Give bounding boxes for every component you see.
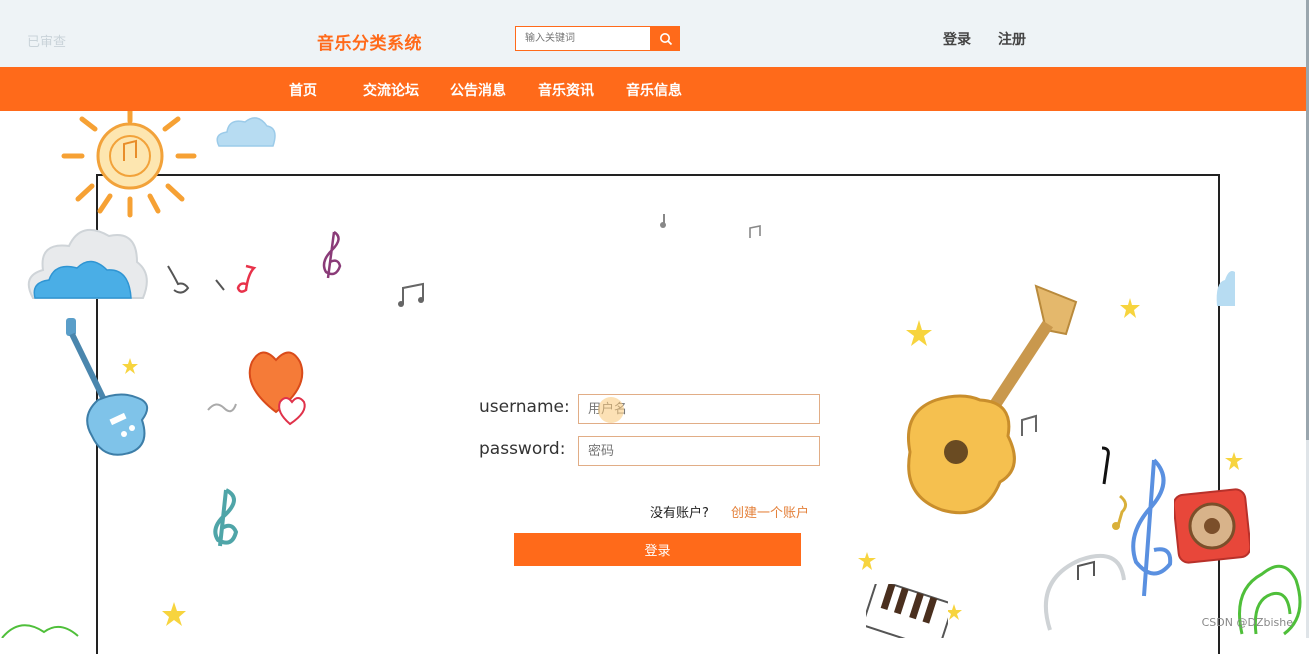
music-note-icon <box>749 225 761 238</box>
mouse-cursor-highlight <box>598 397 624 423</box>
nav-item-music-news[interactable]: 音乐资讯 <box>538 80 594 100</box>
cloud-icon <box>1216 271 1235 306</box>
music-note-icon <box>1021 414 1037 436</box>
top-header: 已审查 音乐分类系统 登录 注册 <box>0 0 1309 67</box>
password-input[interactable] <box>578 436 820 466</box>
search-input[interactable] <box>515 26 651 51</box>
star-icon <box>122 358 138 374</box>
music-note-icon <box>660 214 666 228</box>
search-button[interactable] <box>651 26 680 51</box>
guitar-icon <box>66 318 149 456</box>
star-icon <box>1120 298 1140 318</box>
create-account-link[interactable]: 创建一个账户 <box>731 502 809 521</box>
music-note-icon <box>167 265 190 294</box>
sun-icon <box>61 111 197 218</box>
treble-clef-icon <box>213 488 239 547</box>
treble-clef-icon <box>322 230 342 279</box>
star-icon <box>162 602 186 626</box>
username-label: username: <box>479 397 570 417</box>
nav-item-home[interactable]: 首页 <box>289 80 317 100</box>
cloud-icon <box>1 624 79 638</box>
main-nav: 首页 交流论坛 公告消息 音乐资讯 音乐信息 <box>0 67 1309 111</box>
heart-icon <box>248 351 306 426</box>
music-note-icon <box>215 264 257 293</box>
login-link[interactable]: 登录 <box>943 29 971 49</box>
music-note-icon <box>398 282 424 307</box>
watermark: CSDN @DZbishe <box>1201 616 1293 629</box>
search-icon <box>659 32 672 45</box>
password-label: password: <box>479 439 566 459</box>
music-note-icon <box>1043 554 1126 631</box>
star-icon <box>858 552 876 570</box>
cloud-icon <box>27 228 148 299</box>
star-icon <box>1225 452 1243 470</box>
faint-header-text: 已审查 <box>27 35 67 50</box>
star-icon <box>946 604 962 620</box>
music-note-icon <box>207 403 237 413</box>
piano-icon <box>866 584 948 638</box>
cloud-icon <box>216 117 276 147</box>
site-title: 音乐分类系统 <box>317 34 422 54</box>
register-link[interactable]: 注册 <box>998 29 1026 49</box>
nav-item-forum[interactable]: 交流论坛 <box>363 80 419 100</box>
music-note-icon <box>1101 446 1110 485</box>
guitar-icon <box>907 284 1078 515</box>
no-account-text: 没有账户? <box>650 506 709 521</box>
nav-item-music-info[interactable]: 音乐信息 <box>626 80 682 100</box>
nav-item-announcements[interactable]: 公告消息 <box>450 80 506 100</box>
login-submit-button[interactable]: 登录 <box>514 533 801 566</box>
